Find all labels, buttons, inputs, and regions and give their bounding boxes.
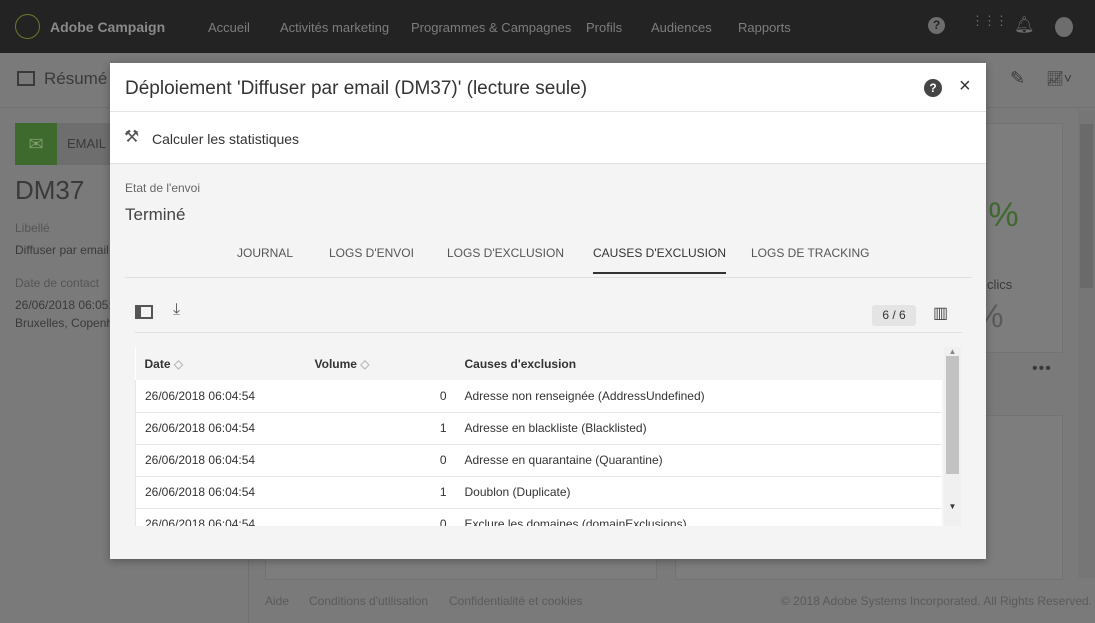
help-icon[interactable]: ? — [928, 17, 945, 34]
tab-journal[interactable]: JOURNAL — [237, 246, 293, 260]
cause-cell: Adresse non renseignée (AddressUndefined… — [455, 380, 942, 413]
close-icon[interactable]: × — [959, 75, 971, 98]
cause-cell: Exclure les domaines (domainExclusions) — [455, 508, 942, 526]
delivery-code: DM37 — [15, 175, 85, 205]
section-title: Résumé — [44, 69, 108, 88]
cause-cell: Doublon (Duplicate) — [455, 476, 942, 509]
edit-icon[interactable]: ✎ — [1010, 68, 1025, 89]
tab-causes-exclusion[interactable]: CAUSES D'EXCLUSION — [593, 246, 726, 274]
timezone: Bruxelles, Copenh — [15, 316, 114, 330]
status-caption: Etat de l'envoi — [125, 181, 201, 195]
status-value: Terminé — [125, 205, 186, 224]
table-row[interactable]: 26/06/2018 06:04:54 0 Adresse en quarantai… — [135, 444, 942, 477]
email-channel-icon: ✉ — [15, 123, 57, 165]
nav-programmes-campagnes[interactable]: Programmes & Campagnes — [411, 20, 571, 35]
exclusion-causes-table: Date ◇ Volume ◇ Causes d'exclusion 26/06… — [135, 347, 961, 526]
deployment-dialog: Déploiement 'Diffuser par email (DM37)' … — [110, 63, 986, 559]
nav-profils[interactable]: Profils — [586, 20, 622, 35]
label-caption: Libellé — [15, 221, 50, 235]
label-value: Diffuser par email — [15, 243, 109, 257]
scrollbar-thumb[interactable] — [946, 356, 959, 474]
cause-cell: Adresse en quarantaine (Quarantine) — [455, 444, 942, 477]
date-cell: 26/06/2018 06:04:54 — [135, 476, 306, 509]
tab-logs-envoi[interactable]: LOGS D'ENVOI — [329, 246, 414, 260]
download-icon[interactable]: ⤓ — [173, 301, 180, 319]
sort-icon[interactable]: ◇ — [174, 357, 183, 371]
help-icon[interactable]: ? — [924, 79, 942, 97]
nav-rapports[interactable]: Rapports — [738, 20, 791, 35]
toggle-panel-icon[interactable] — [135, 305, 153, 319]
contact-value: 26/06/2018 06:05: — [15, 298, 112, 312]
footer-terms-link[interactable]: Conditions d'utilisation — [309, 594, 428, 608]
tab-logs-exclusion[interactable]: LOGS D'EXCLUSION — [447, 246, 564, 260]
footer-copyright: © 2018 Adobe Systems Incorporated. All R… — [781, 594, 1093, 608]
brand-name[interactable]: Adobe Campaign — [50, 19, 165, 35]
nav-activites-marketing[interactable]: Activités marketing — [280, 20, 389, 35]
compute-stats-button[interactable]: Calculer les statistiques — [152, 131, 299, 147]
sort-icon[interactable]: ◇ — [360, 357, 369, 371]
channel-label: EMAIL — [57, 123, 117, 165]
top-navbar: Adobe Campaign Accueil Activités marketi… — [0, 0, 1095, 53]
table-scrollbar[interactable]: ▲ ▼ — [944, 347, 961, 526]
dialog-title: Déploiement 'Diffuser par email (DM37)' … — [125, 78, 588, 99]
column-header-causes[interactable]: Causes d'exclusion — [455, 347, 942, 380]
volume-cell: 0 — [305, 380, 456, 413]
footer-help-link[interactable]: Aide — [265, 594, 289, 608]
nav-accueil[interactable]: Accueil — [208, 20, 250, 35]
more-options-icon[interactable]: ••• — [1032, 360, 1052, 378]
footer-privacy-link[interactable]: Confidentialité et cookies — [449, 594, 582, 608]
apps-grid-icon[interactable]: ⋮⋮⋮ — [971, 14, 1008, 27]
avatar[interactable] — [1055, 17, 1073, 37]
page-scrollbar[interactable] — [1078, 110, 1095, 578]
table-row[interactable]: 26/06/2018 06:04:54 1 Adresse en blacklist… — [135, 412, 942, 445]
volume-cell: 1 — [305, 412, 456, 445]
contact-caption: Date de contact — [15, 276, 100, 290]
date-cell: 26/06/2018 06:04:54 — [135, 412, 306, 445]
cause-cell: Adresse en blackliste (Blacklisted) — [455, 412, 942, 445]
table-row[interactable]: 26/06/2018 06:04:54 0 Exclure les domaines… — [135, 508, 942, 526]
date-cell: 26/06/2018 06:04:54 — [135, 380, 306, 413]
kpi2-label: clics — [987, 277, 1013, 292]
summary-icon — [17, 71, 35, 86]
table-row[interactable]: 26/06/2018 06:04:54 0 Adresse non renseign… — [135, 380, 942, 413]
column-header-volume[interactable]: Volume ◇ — [305, 347, 456, 380]
column-header-date[interactable]: Date ◇ — [135, 347, 306, 380]
adobe-campaign-logo-icon — [15, 14, 40, 39]
record-count: 6 / 6 — [872, 305, 916, 326]
column-settings-icon[interactable]: ▥ — [933, 303, 948, 323]
nav-audiences[interactable]: Audiences — [651, 20, 712, 35]
tab-logs-tracking[interactable]: LOGS DE TRACKING — [751, 246, 869, 260]
date-cell: 26/06/2018 06:04:54 — [135, 444, 306, 477]
date-cell: 26/06/2018 06:04:54 — [135, 508, 306, 526]
table-row[interactable]: 26/06/2018 06:04:54 1 Doublon (Duplicate) — [135, 476, 942, 509]
compute-stats-icon[interactable]: ⚒ — [124, 127, 139, 147]
report-chart-icon[interactable]: 📈︎˅ — [1046, 70, 1072, 87]
bell-icon[interactable]: 🔔︎ — [1014, 15, 1034, 35]
volume-cell: 0 — [305, 508, 456, 526]
volume-cell: 1 — [305, 476, 456, 509]
volume-cell: 0 — [305, 444, 456, 477]
